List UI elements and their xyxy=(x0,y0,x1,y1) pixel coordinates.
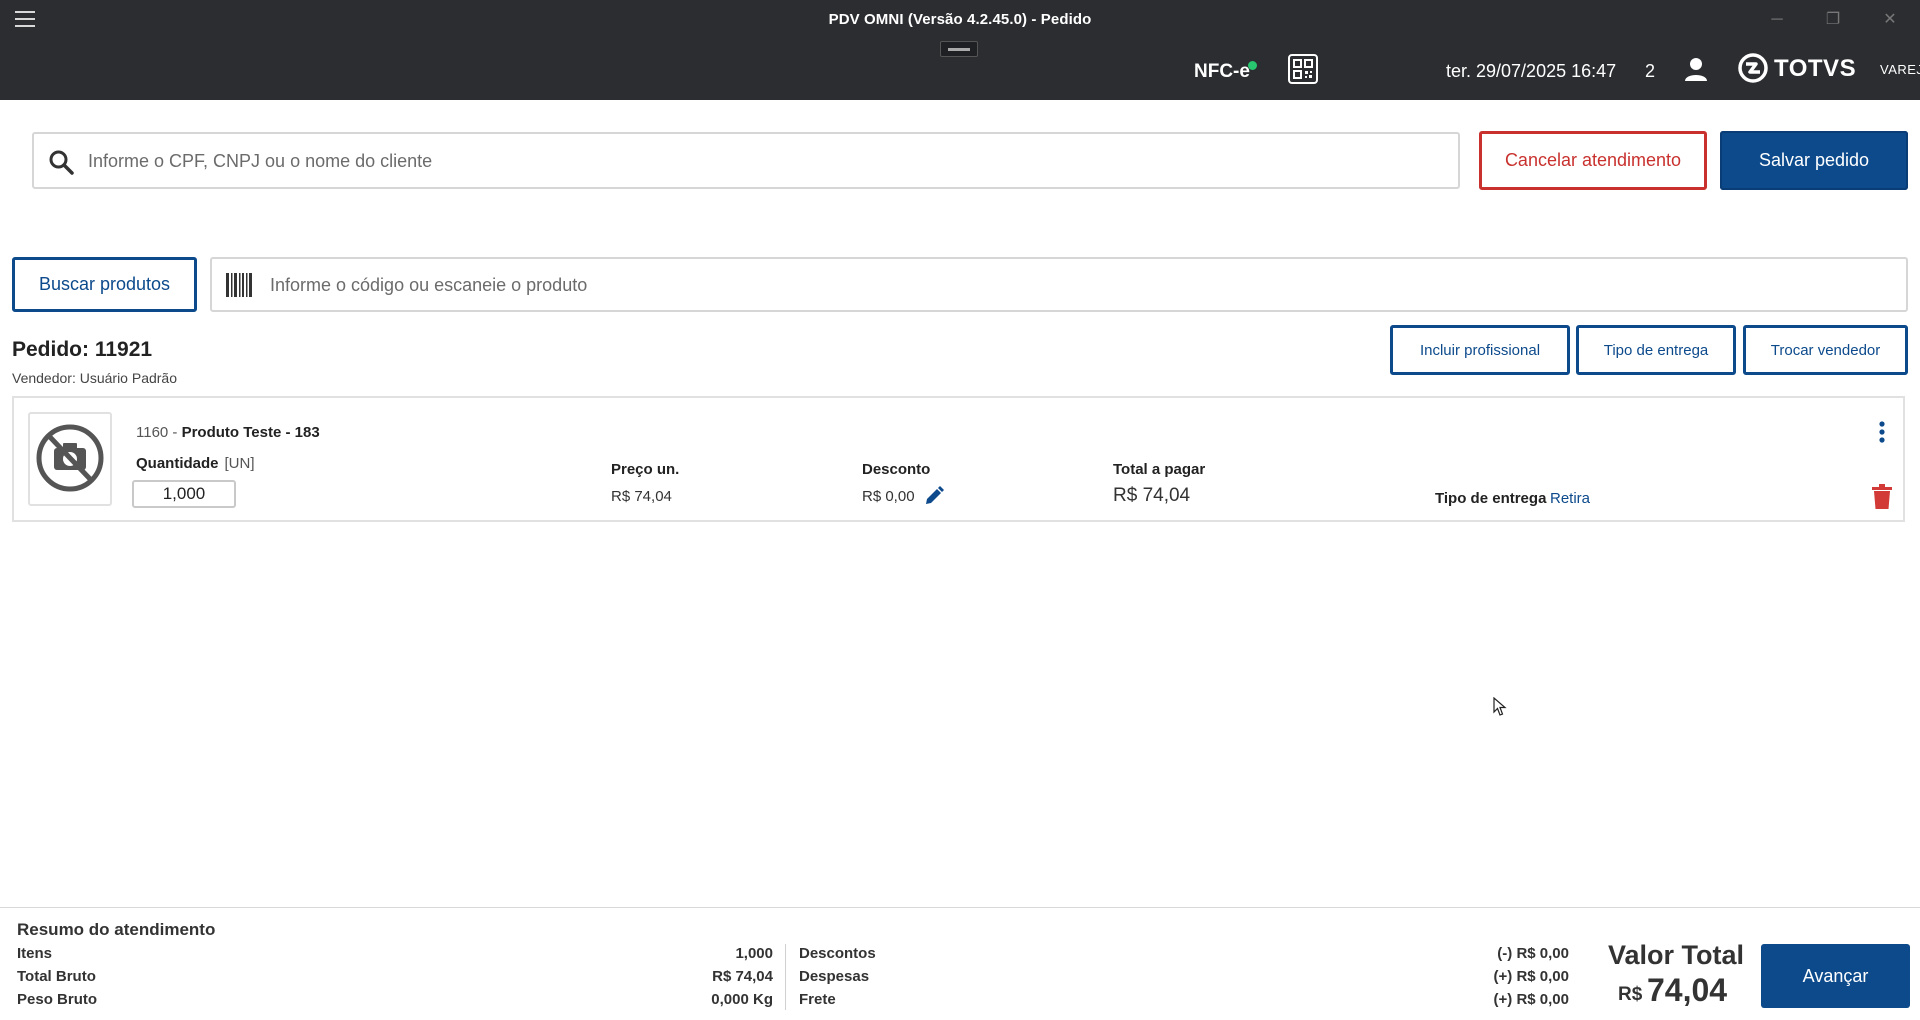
brand-name: TOTVS xyxy=(1774,55,1857,82)
grand-total-value: 74,04 xyxy=(1647,972,1728,1008)
gross-weight-value: 0,000 Kg xyxy=(711,991,773,1008)
client-search-box xyxy=(32,132,1460,189)
summary-title: Resumo do atendimento xyxy=(17,920,216,939)
client-search-input[interactable] xyxy=(88,142,1438,180)
window-title: PDV OMNI (Versão 4.2.45.0) - Pedido xyxy=(828,11,1092,28)
advance-button[interactable]: Avançar xyxy=(1761,944,1910,1008)
close-button[interactable]: ✕ xyxy=(1870,6,1910,34)
app-header: NFC-e ter. 29/07/2025 16:47 2 TOTVS VARE… xyxy=(0,40,1920,100)
product-search-box xyxy=(210,257,1908,312)
mouse-cursor-icon xyxy=(1493,697,1507,716)
gross-total-value: R$ 74,04 xyxy=(712,968,773,985)
gross-weight-label: Peso Bruto xyxy=(17,991,98,1008)
expenses-label: Despesas xyxy=(799,968,870,985)
summary-divider xyxy=(785,944,786,1010)
brand-subtitle: VAREJO xyxy=(1880,62,1920,77)
product-name: Produto Teste - 183 xyxy=(181,424,320,441)
product-search-input[interactable] xyxy=(270,267,1890,303)
gross-total-label: Total Bruto xyxy=(17,968,96,985)
discount-value: R$ 0,00 xyxy=(862,488,915,505)
items-value: 1,000 xyxy=(735,945,773,962)
search-products-button[interactable]: Buscar produtos xyxy=(12,257,197,312)
items-label: Itens xyxy=(17,945,53,962)
minimize-button[interactable]: ─ xyxy=(1757,6,1797,34)
order-item: 1160 - Produto Teste - 183 Quantidade [UN… xyxy=(12,396,1905,522)
service-summary: Resumo do atendimento Itens 1,000 Total … xyxy=(0,907,1920,1020)
quantity-label-text: Quantidade xyxy=(136,455,219,472)
date-time: ter. 29/07/2025 16:47 xyxy=(1446,61,1617,81)
quantity-label: Quantidade [UN] xyxy=(136,455,255,472)
edit-discount-pencil-icon[interactable] xyxy=(924,486,944,506)
product-code-value: 1160 - xyxy=(136,424,182,441)
change-seller-button[interactable]: Trocar vendedor xyxy=(1743,325,1908,375)
discount-label: Desconto xyxy=(862,461,931,478)
expenses-value: (+) R$ 0,00 xyxy=(1493,968,1569,985)
unit-price-label: Preço un. xyxy=(611,461,680,478)
product-image-placeholder xyxy=(28,412,112,506)
more-options-icon[interactable] xyxy=(1877,420,1887,444)
save-order-button[interactable]: Salvar pedido xyxy=(1720,131,1908,190)
freight-label: Frete xyxy=(799,991,836,1008)
drawer-handle-icon[interactable] xyxy=(940,41,978,57)
add-professional-button[interactable]: Incluir profissional xyxy=(1390,325,1570,375)
delivery-type-label: Tipo de entrega xyxy=(1435,490,1547,507)
delivery-type-value[interactable]: Retira xyxy=(1550,490,1590,507)
user-icon[interactable] xyxy=(1683,56,1709,82)
qr-code-icon[interactable] xyxy=(1288,54,1318,84)
notification-count[interactable]: 2 xyxy=(1645,61,1655,82)
grand-total-label: Valor Total xyxy=(1608,940,1745,970)
quantity-input[interactable] xyxy=(132,480,236,508)
title-bar: PDV OMNI (Versão 4.2.45.0) - Pedido ─ ❐ … xyxy=(0,0,1920,40)
quantity-unit: [UN] xyxy=(224,455,255,472)
totvs-logo-icon xyxy=(1738,53,1768,83)
total-label: Total a pagar xyxy=(1113,461,1206,478)
nfce-label[interactable]: NFC-e xyxy=(1194,61,1250,83)
total-value: R$ 74,04 xyxy=(1113,485,1191,506)
seller-label: Vendedor: Usuário Padrão xyxy=(12,370,177,386)
delete-trash-icon[interactable] xyxy=(1871,484,1893,510)
order-title: Pedido: 11921 xyxy=(12,338,153,361)
freight-value: (+) R$ 0,00 xyxy=(1493,991,1569,1008)
product-code: 1160 - Produto Teste - 183 xyxy=(136,424,320,441)
restore-button[interactable]: ❐ xyxy=(1813,6,1853,34)
discounts-label: Descontos xyxy=(799,945,876,962)
grand-total-currency: R$ xyxy=(1618,984,1643,1005)
nfce-status-indicator xyxy=(1248,61,1257,70)
search-icon xyxy=(49,150,74,175)
delivery-type-button[interactable]: Tipo de entrega xyxy=(1576,325,1736,375)
unit-price-value: R$ 74,04 xyxy=(611,488,672,505)
barcode-icon[interactable] xyxy=(226,273,254,297)
no-image-icon xyxy=(36,424,104,492)
cancel-service-button[interactable]: Cancelar atendimento xyxy=(1479,131,1707,190)
discounts-value: (-) R$ 0,00 xyxy=(1497,945,1569,962)
